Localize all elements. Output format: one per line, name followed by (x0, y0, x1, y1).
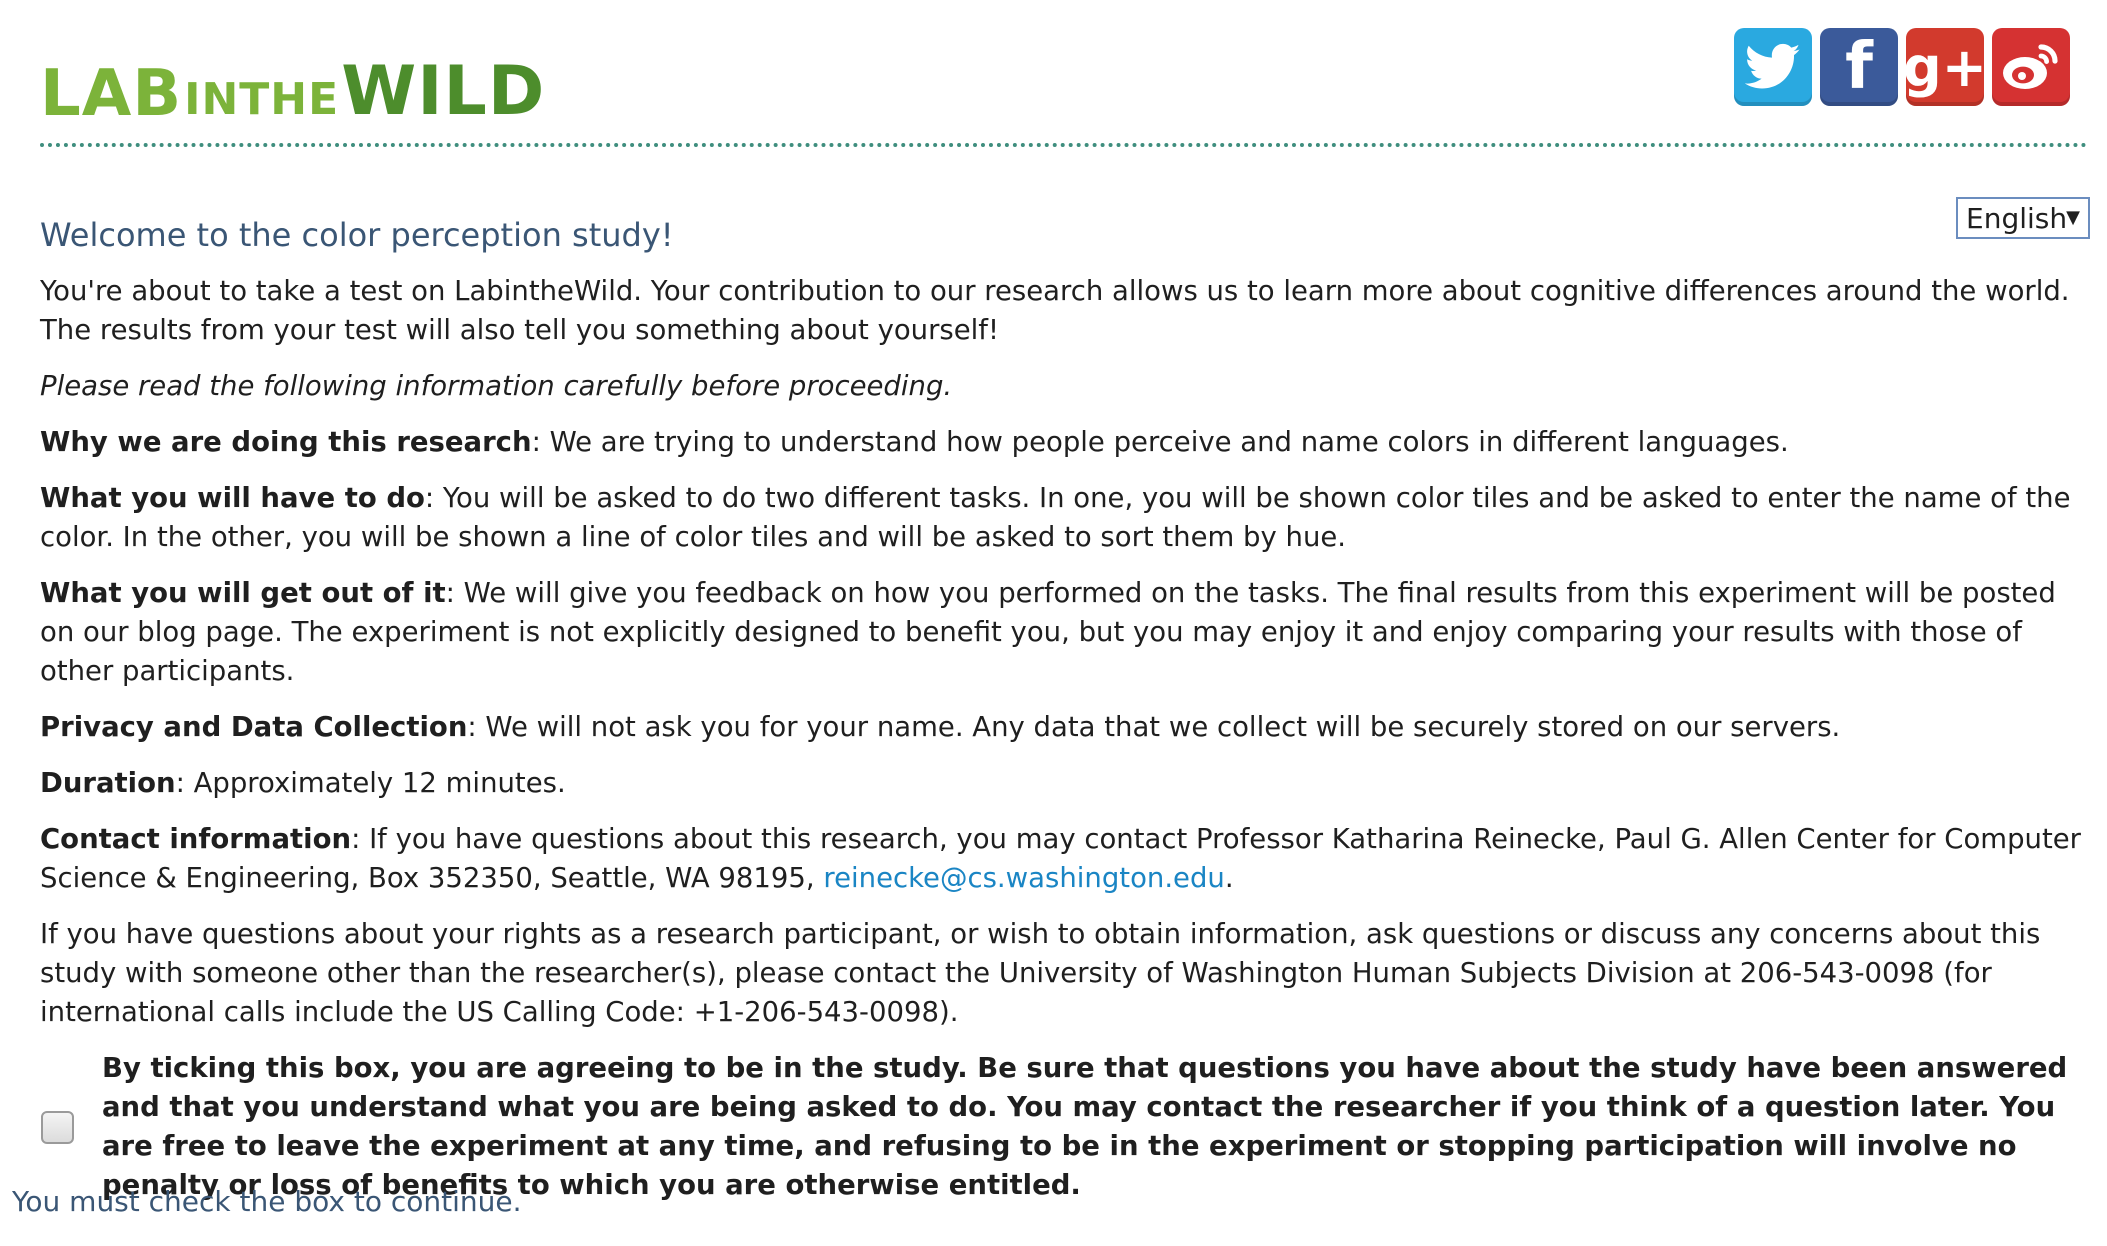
section-heading: What you will have to do (40, 482, 425, 514)
facebook-share-button[interactable]: f (1820, 28, 1898, 106)
logo-lab: LAB (40, 57, 183, 131)
section-contact: Contact information: If you have questio… (40, 820, 2095, 898)
section-privacy: Privacy and Data Collection: We will not… (40, 708, 2095, 747)
twitter-bird-icon (1745, 43, 1801, 89)
section-heading: Duration (40, 767, 176, 799)
page-title: Welcome to the color perception study! (40, 216, 674, 254)
section-benefits: What you will get out of it: We will giv… (40, 574, 2095, 691)
weibo-share-button[interactable] (1992, 28, 2070, 106)
page-header: LAB INTHE WILD f g+ (40, 28, 2090, 148)
contact-trailing: . (1224, 862, 1234, 894)
consent-content: Welcome to the color perception study! Y… (40, 212, 2095, 1205)
google-plus-icon: g+ (1903, 35, 1987, 99)
google-plus-share-button[interactable]: g+ (1903, 28, 1987, 106)
section-what-to-do: What you will have to do: You will be as… (40, 479, 2095, 557)
section-heading: Why we are doing this research (40, 426, 532, 458)
logo-wild: WILD (341, 52, 546, 131)
logo-inthe: INTHE (184, 74, 340, 125)
social-links: f g+ (1734, 28, 2070, 106)
weibo-eye-icon (2003, 44, 2058, 89)
section-text: : Approximately 12 minutes. (175, 767, 566, 799)
contact-email-link[interactable]: reinecke@cs.washington.edu (823, 862, 1225, 894)
facebook-f-icon: f (1845, 30, 1873, 104)
rights-text: If you have questions about your rights … (40, 918, 2041, 1028)
consent-checkbox[interactable] (41, 1110, 74, 1144)
twitter-share-button[interactable] (1734, 28, 1812, 106)
section-heading: Privacy and Data Collection (40, 711, 468, 743)
section-text: : We are trying to understand how people… (531, 426, 1789, 458)
section-duration: Duration: Approximately 12 minutes. (40, 764, 2095, 803)
read-note: Please read the following information ca… (40, 370, 953, 402)
validation-warning: You must check the box to continue. (12, 1185, 522, 1218)
intro-text: You're about to take a test on LabintheW… (40, 275, 2070, 346)
section-heading: What you will get out of it (40, 577, 446, 609)
section-heading: Contact information (40, 823, 352, 855)
section-text: : We will not ask you for your name. Any… (467, 711, 1841, 743)
labinthewild-logo[interactable]: LAB INTHE WILD (40, 42, 546, 131)
header-divider (40, 143, 2088, 147)
section-why: Why we are doing this research: We are t… (40, 423, 2095, 462)
